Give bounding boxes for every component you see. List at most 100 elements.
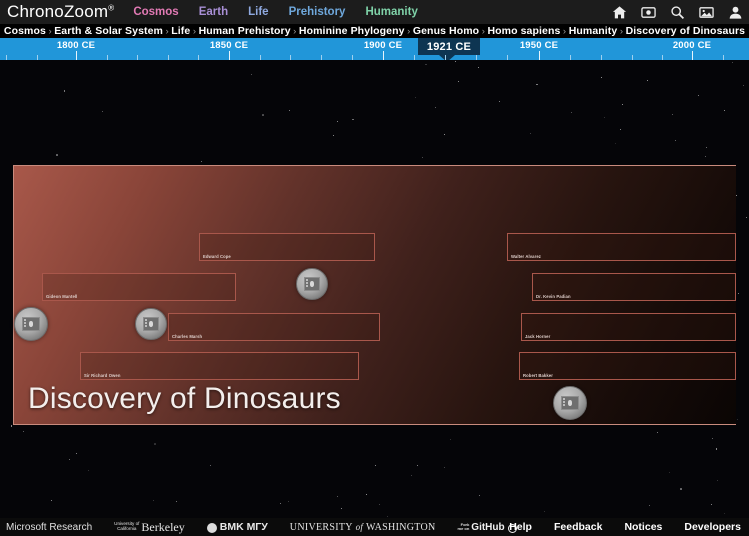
media-picture-icon[interactable] — [699, 5, 714, 20]
star — [601, 77, 603, 79]
nav-item-earth[interactable]: Earth — [199, 6, 228, 18]
footer-link-help[interactable]: Help — [509, 521, 532, 533]
star — [289, 109, 291, 111]
primary-nav: Cosmos Earth Life Prehistory Humanity — [133, 6, 418, 18]
timeline-canvas[interactable]: Discovery of Dinosaurs Edward Cope Gideon… — [0, 60, 749, 518]
exhibit-bar-walter-alvarez[interactable]: Walter Alvarez — [507, 233, 736, 261]
exhibit-bar-edward-cope[interactable]: Edward Cope — [199, 233, 375, 261]
github-fork-sub: Fork me on — [458, 523, 470, 531]
star — [715, 448, 718, 450]
star — [680, 488, 682, 490]
star — [743, 85, 745, 87]
footer-link-notices[interactable]: Notices — [624, 521, 662, 533]
star — [478, 494, 480, 496]
user-account-icon[interactable] — [728, 5, 743, 20]
star — [745, 216, 747, 218]
exhibit-bar-label: Walter Alvarez — [511, 254, 541, 259]
media-thumbnail[interactable] — [296, 268, 328, 300]
star — [737, 293, 739, 295]
footer-link-group: Help Feedback Notices Developers — [509, 521, 741, 533]
star — [570, 111, 572, 113]
microsoft-research-logo[interactable]: Microsoft Research — [6, 522, 92, 533]
breadcrumb-separator: › — [293, 25, 297, 37]
media-thumbnail-icon — [142, 317, 160, 331]
star — [478, 67, 480, 69]
uc-berkeley-logo[interactable]: University of California Berkeley — [114, 520, 185, 535]
bmk-mgu-wordmark: BMK MГУ — [219, 521, 268, 533]
exhibit-bar-sir-richard-owen[interactable]: Sir Richard Owen — [80, 352, 359, 380]
footer-link-developers[interactable]: Developers — [684, 521, 741, 533]
star — [646, 79, 648, 81]
breadcrumb-separator: › — [407, 25, 411, 37]
star — [674, 139, 676, 141]
breadcrumb-item-humanity[interactable]: Humanity — [569, 25, 618, 37]
star — [279, 502, 281, 504]
breadcrumb-item-earth-solar-system[interactable]: Earth & Solar System — [54, 25, 163, 37]
timeline-tick-label: 1850 CE — [209, 40, 249, 51]
exhibit-bar-charles-marsh[interactable]: Charles Marsh — [168, 313, 380, 341]
footer-logo-group: Microsoft Research University of Califor… — [0, 520, 517, 535]
star — [649, 505, 651, 507]
app-logo[interactable]: ChronoZoom® — [0, 2, 114, 22]
star — [737, 418, 739, 420]
star — [698, 95, 700, 97]
university-of-washington-logo[interactable]: UNIVERSITY of WASHINGTON — [290, 522, 436, 533]
github-fork-line2: me on — [457, 526, 470, 531]
media-thumbnail[interactable] — [135, 308, 167, 340]
exhibit-bar-dr-kevin-padian[interactable]: Dr. Kevin Padian — [532, 273, 736, 301]
star — [50, 499, 52, 501]
breadcrumb-separator: › — [562, 25, 567, 37]
star — [417, 465, 419, 467]
uc-berkeley-logo-sub: University of California — [114, 522, 139, 531]
breadcrumb-item-life[interactable]: Life — [171, 25, 190, 37]
star — [288, 501, 289, 503]
media-thumbnail-icon — [303, 277, 321, 291]
media-thumbnail-dot — [567, 400, 573, 406]
breadcrumb-item-cosmos[interactable]: Cosmos — [4, 25, 46, 37]
star — [672, 113, 674, 115]
exhibit-bar-label: Robert Bakker — [523, 373, 553, 378]
media-thumbnail-icon — [22, 316, 40, 332]
nav-item-humanity[interactable]: Humanity — [365, 6, 417, 18]
breadcrumb-item-homo-sapiens[interactable]: Homo sapiens — [487, 25, 560, 37]
star — [425, 63, 427, 66]
star — [668, 472, 670, 474]
star — [210, 465, 212, 467]
star — [455, 61, 457, 63]
breadcrumb-item-human-prehistory[interactable]: Human Prehistory — [199, 25, 291, 37]
bmk-mgu-logo[interactable]: BMK MГУ — [206, 521, 268, 533]
timeline-tick-label: 1800 CE — [56, 40, 96, 51]
media-thumbnail-dot — [28, 321, 34, 327]
star — [723, 513, 725, 515]
nav-item-cosmos[interactable]: Cosmos — [133, 6, 178, 18]
home-icon[interactable] — [612, 5, 627, 20]
star — [457, 80, 459, 82]
footer-link-feedback[interactable]: Feedback — [554, 521, 602, 533]
timeline-tick-label: 2000 CE — [672, 40, 712, 51]
media-thumbnail[interactable] — [14, 307, 48, 341]
exhibit-bar-robert-bakker[interactable]: Robert Bakker — [519, 352, 736, 380]
star — [498, 101, 500, 103]
star — [365, 493, 367, 495]
breadcrumb-item-hominine-phylogeny[interactable]: Hominine Phylogeny — [299, 25, 405, 37]
star — [176, 500, 178, 502]
github-fork-logo[interactable]: Fork me on GitHub — [458, 522, 517, 533]
nav-item-life[interactable]: Life — [248, 6, 268, 18]
nav-item-prehistory[interactable]: Prehistory — [289, 6, 346, 18]
exhibit-bar-label: Edward Cope — [203, 254, 231, 259]
media-thumbnail[interactable] — [553, 386, 587, 420]
timeline-axis[interactable]: 1921 CE 1800 CE 1850 CE 1900 CE 1950 CE 2000… — [0, 38, 749, 60]
star — [530, 132, 532, 134]
star — [435, 107, 436, 109]
search-icon[interactable] — [670, 5, 685, 20]
star — [200, 160, 202, 162]
star — [711, 504, 713, 505]
exhibit-bar-gideon-mantell[interactable]: Gideon Mantell — [42, 273, 236, 301]
timeline-cursor-label: 1921 CE — [418, 38, 480, 55]
star — [656, 431, 658, 433]
exhibit-bar-jack-horner[interactable]: Jack Horner — [521, 313, 736, 341]
tour-icon[interactable] — [641, 5, 656, 20]
breadcrumb-item-discovery-of-dinosaurs[interactable]: Discovery of Dinosaurs — [626, 25, 746, 37]
timeline-major-tick — [692, 51, 693, 60]
breadcrumb-item-genus-homo[interactable]: Genus Homo — [413, 25, 479, 37]
